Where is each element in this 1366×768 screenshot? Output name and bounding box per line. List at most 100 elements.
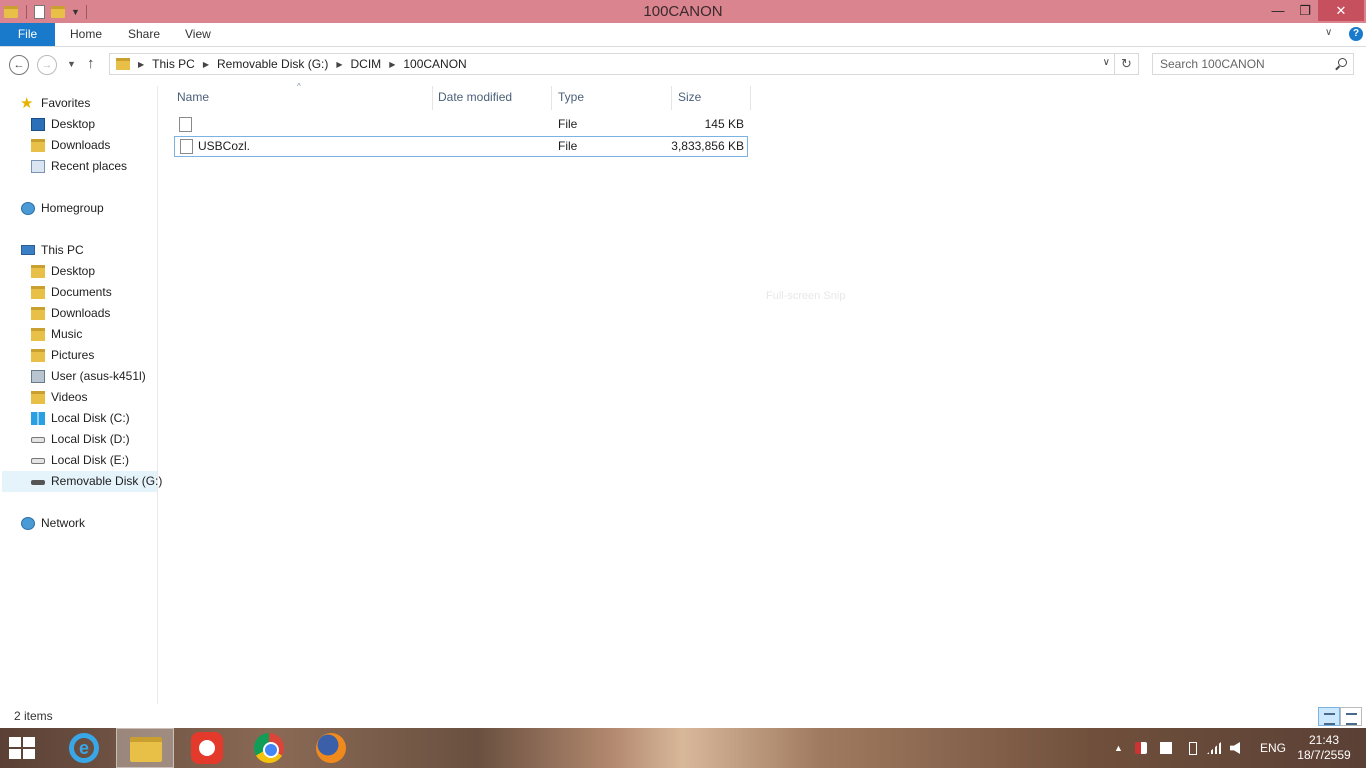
- back-button[interactable]: ←: [9, 55, 29, 75]
- windows-logo-icon: [9, 749, 21, 759]
- large-icons-view-button[interactable]: [1340, 707, 1362, 726]
- sidebar-item-pictures[interactable]: Pictures: [0, 345, 157, 366]
- music-folder-icon: [31, 328, 45, 341]
- taskbar-file-explorer[interactable]: [116, 728, 174, 768]
- sidebar-item-pc-downloads[interactable]: Downloads: [0, 303, 157, 324]
- user-folder-icon: [31, 370, 45, 383]
- search-icon[interactable]: [1338, 58, 1347, 67]
- tab-home[interactable]: Home: [70, 23, 102, 46]
- status-bar: 2 items: [0, 704, 1366, 728]
- refresh-button[interactable]: ↻: [1115, 53, 1139, 75]
- restore-button[interactable]: ❐: [1292, 0, 1318, 21]
- breadcrumb-removable-disk[interactable]: Removable Disk (G:): [217, 57, 328, 71]
- shield-icon[interactable]: [1135, 742, 1147, 754]
- sidebar-item-local-disk-d[interactable]: Local Disk (D:): [0, 429, 157, 450]
- sidebar-item-desktop[interactable]: Desktop: [0, 114, 157, 135]
- network-icon: [21, 517, 35, 530]
- sidebar-item-label: Desktop: [51, 264, 96, 278]
- up-button[interactable]: ↑: [87, 55, 95, 72]
- column-divider[interactable]: [671, 86, 672, 110]
- help-icon[interactable]: ?: [1349, 27, 1363, 41]
- forward-button[interactable]: →: [37, 55, 57, 75]
- column-header-size[interactable]: Size: [678, 86, 748, 108]
- sidebar-item-removable-disk-g[interactable]: Removable Disk (G:): [2, 471, 162, 492]
- chrome-icon: [254, 733, 284, 763]
- breadcrumb-dcim[interactable]: DCIM: [351, 57, 382, 71]
- file-size: 145 KB: [704, 117, 744, 131]
- chevron-down-icon[interactable]: ∨: [1325, 27, 1332, 38]
- system-drive-icon: [31, 412, 45, 425]
- file-icon: [180, 139, 193, 154]
- window-title: 100CANON: [643, 3, 723, 20]
- breadcrumb-100canon[interactable]: 100CANON: [403, 57, 466, 71]
- file-type: File: [558, 117, 578, 131]
- taskbar-app-red[interactable]: [178, 728, 236, 768]
- sidebar-item-recent-places[interactable]: Recent places: [0, 156, 157, 177]
- recent-locations-chevron-icon[interactable]: ▼: [67, 59, 76, 69]
- sidebar-item-label: Desktop: [51, 117, 96, 131]
- column-divider[interactable]: [750, 86, 751, 110]
- column-divider[interactable]: [551, 86, 552, 110]
- tab-view[interactable]: View: [185, 23, 211, 46]
- column-header-date-modified[interactable]: Date modified: [438, 86, 550, 108]
- clock[interactable]: 21:43 18/7/2559: [1296, 733, 1352, 763]
- chevron-down-icon[interactable]: ∨: [1103, 57, 1110, 68]
- input-language[interactable]: ENG: [1260, 728, 1286, 768]
- homegroup-icon: [21, 202, 35, 215]
- hard-drive-icon: [31, 458, 45, 464]
- sidebar-item-local-disk-e[interactable]: Local Disk (E:): [0, 450, 157, 471]
- sidebar-item-label: Downloads: [51, 306, 111, 320]
- search-input[interactable]: [1153, 54, 1328, 74]
- column-header-type[interactable]: Type: [558, 86, 670, 108]
- item-count: 2 items: [14, 709, 53, 723]
- column-header-name[interactable]: Name: [177, 86, 432, 108]
- tab-share[interactable]: Share: [128, 23, 160, 46]
- sidebar-item-network[interactable]: Network: [0, 513, 157, 534]
- sidebar-item-pc-desktop[interactable]: Desktop: [0, 261, 157, 282]
- start-button[interactable]: [9, 737, 37, 760]
- chevron-right-icon[interactable]: ▶: [138, 60, 144, 69]
- pictures-folder-icon: [31, 349, 45, 362]
- sidebar-item-label: This PC: [41, 243, 84, 257]
- show-hidden-icons-chevron-icon[interactable]: ▲: [1114, 728, 1123, 768]
- sidebar-item-favorites[interactable]: ★ Favorites: [0, 93, 157, 114]
- chevron-right-icon[interactable]: ▶: [203, 60, 209, 69]
- chevron-right-icon[interactable]: ▶: [389, 60, 395, 69]
- chevron-right-icon[interactable]: ▶: [336, 60, 342, 69]
- minimize-button[interactable]: —: [1264, 0, 1292, 21]
- sidebar-item-label: User (asus-k451l): [51, 369, 146, 383]
- taskbar-firefox[interactable]: [302, 728, 360, 768]
- action-center-flag-icon[interactable]: [1160, 742, 1172, 754]
- sidebar-item-local-disk-c[interactable]: Local Disk (C:): [0, 408, 157, 429]
- file-list: ^ Name Date modified Type Size File 145 …: [160, 82, 1366, 704]
- battery-icon[interactable]: [1189, 742, 1197, 755]
- close-button[interactable]: ✕: [1318, 0, 1364, 21]
- sidebar-item-label: Recent places: [51, 159, 128, 173]
- breadcrumb-this-pc[interactable]: This PC: [152, 57, 195, 71]
- recent-places-icon: [31, 160, 45, 173]
- sidebar-item-label: Network: [41, 516, 86, 530]
- search-box[interactable]: [1152, 53, 1354, 75]
- sidebar-item-user[interactable]: User (asus-k451l): [0, 366, 157, 387]
- table-row[interactable]: File 145 KB: [174, 115, 748, 136]
- sidebar-item-videos[interactable]: Videos: [0, 387, 157, 408]
- ghost-tooltip: Full-screen Snip: [766, 290, 846, 302]
- star-icon: ★: [20, 95, 34, 112]
- taskbar-chrome[interactable]: [240, 728, 298, 768]
- details-view-button[interactable]: [1318, 707, 1340, 726]
- sidebar-item-music[interactable]: Music: [0, 324, 157, 345]
- sidebar-item-downloads[interactable]: Downloads: [0, 135, 157, 156]
- taskbar-internet-explorer[interactable]: e: [55, 728, 113, 768]
- sidebar-item-this-pc[interactable]: This PC: [0, 240, 157, 261]
- file-explorer-icon: [130, 737, 162, 762]
- sidebar-item-documents[interactable]: Documents: [0, 282, 157, 303]
- wifi-signal-icon[interactable]: [1207, 742, 1221, 754]
- tab-file[interactable]: File: [0, 23, 55, 46]
- navigation-pane: ★ Favorites Desktop Downloads Recent pla…: [0, 86, 162, 704]
- file-size: 3,833,856 KB: [671, 139, 744, 153]
- table-row[interactable]: USBCozl. File 3,833,856 KB: [174, 136, 748, 157]
- column-divider[interactable]: [432, 86, 433, 110]
- address-bar[interactable]: ▶ This PC ▶ Removable Disk (G:) ▶ DCIM ▶…: [109, 53, 1115, 75]
- volume-icon[interactable]: [1230, 742, 1240, 754]
- sidebar-item-homegroup[interactable]: Homegroup: [0, 198, 157, 219]
